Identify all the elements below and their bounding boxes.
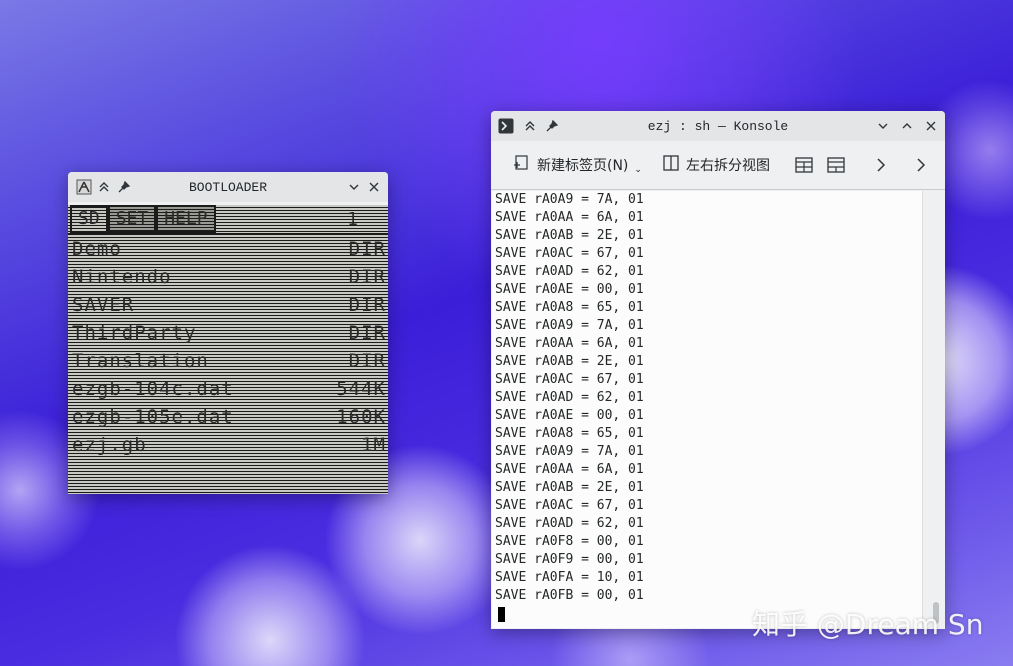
chevron-right-icon: [877, 158, 886, 172]
file-size: DIR: [348, 294, 386, 316]
split-view-label: 左右拆分视图: [685, 158, 770, 174]
terminal-line: SAVE rA0AE = 00, 01: [495, 282, 644, 297]
watermark: 知乎 @Dream Sn: [752, 608, 984, 641]
konsole-toolbar: 新建标签页(N) ⌄ 左右拆分视图: [491, 141, 945, 190]
terminal-line: SAVE rA0A9 = 7A, 01: [495, 192, 644, 207]
terminal-line: SAVE rA0AB = 2E, 01: [495, 354, 644, 369]
terminal-app-icon[interactable]: [496, 116, 516, 136]
file-size: 1M: [361, 434, 386, 456]
file-list: Demo DIR Nintendo DIR SAVER DIR ThirdParty DIR T…: [68, 235, 388, 459]
terminal-line: SAVE rA0AC = 67, 01: [495, 498, 644, 513]
terminal-line: SAVE rA0AC = 67, 01: [495, 246, 644, 261]
layout-icon: [827, 157, 845, 173]
split-view-icon: [662, 154, 680, 176]
page-number: 1: [347, 208, 358, 230]
terminal-line: SAVE rA0FA = 10, 01: [495, 570, 644, 585]
terminal-line: SAVE rA0A8 = 65, 01: [495, 426, 644, 441]
tab-sd[interactable]: SD: [70, 205, 108, 233]
pin-icon[interactable]: [542, 116, 562, 136]
keep-above-icon[interactable]: [520, 116, 540, 136]
file-size: DIR: [348, 238, 386, 260]
terminal-line: SAVE rA0AE = 00, 01: [495, 408, 644, 423]
bootloader-window[interactable]: BOOTLOADER SD SET HELP 1 Demo DIR Nintendo…: [68, 172, 388, 494]
file-size: 160K: [336, 406, 386, 428]
new-tab-button[interactable]: 新建标签页(N) ⌄: [507, 150, 648, 180]
minimize-icon[interactable]: [873, 116, 893, 136]
file-row[interactable]: Nintendo DIR: [68, 263, 388, 291]
split-top-bottom-icon: [795, 157, 813, 173]
file-name: Nintendo: [72, 266, 172, 288]
file-row[interactable]: ezgb-105e.dat 160K: [68, 403, 388, 431]
split-top-bottom-button[interactable]: [788, 150, 820, 180]
terminal-line: SAVE rA0AC = 67, 01: [495, 372, 644, 387]
chevron-right-icon: [917, 158, 926, 172]
minimize-icon[interactable]: [344, 177, 364, 197]
close-icon[interactable]: [364, 177, 384, 197]
split-view-button[interactable]: 左右拆分视图: [656, 150, 776, 180]
gameboy-screen[interactable]: SD SET HELP 1 Demo DIR Nintendo DIR SAVER DIR…: [68, 205, 388, 494]
konsole-window[interactable]: ezj : sh — Konsole 新建标签页(N) ⌄ 左右拆分视图 SAV…: [491, 111, 945, 629]
terminal-line: SAVE rA0AB = 2E, 01: [495, 228, 644, 243]
terminal-line: SAVE rA0AA = 6A, 01: [495, 210, 644, 225]
file-size: 544K: [336, 378, 386, 400]
file-size: DIR: [348, 266, 386, 288]
file-row[interactable]: SAVER DIR: [68, 291, 388, 319]
text-cursor: [498, 607, 505, 622]
tab-help[interactable]: HELP: [156, 205, 216, 233]
file-name: SAVER: [72, 294, 135, 316]
layout-button[interactable]: [820, 150, 852, 180]
file-size: DIR: [348, 350, 386, 372]
file-row[interactable]: ezgb-104c.dat 544K: [68, 375, 388, 403]
file-name: Translation: [72, 350, 209, 372]
terminal-line: SAVE rA0F9 = 00, 01: [495, 552, 644, 567]
file-name: ThirdParty: [72, 322, 197, 344]
file-name: Demo: [72, 238, 122, 260]
file-row[interactable]: ThirdParty DIR: [68, 319, 388, 347]
dropdown-arrow-icon[interactable]: ⌄: [634, 165, 642, 175]
terminal-line: SAVE rA0F8 = 00, 01: [495, 534, 644, 549]
new-tab-label: 新建标签页(N): [537, 158, 629, 174]
menu-header: SD SET HELP 1: [68, 205, 388, 235]
keep-above-icon[interactable]: [94, 177, 114, 197]
terminal-line: SAVE rA0AD = 62, 01: [495, 390, 644, 405]
terminal-line: SAVE rA0A9 = 7A, 01: [495, 444, 644, 459]
bootloader-titlebar[interactable]: BOOTLOADER: [68, 172, 388, 202]
terminal-line: SAVE rA0AB = 2E, 01: [495, 480, 644, 495]
terminal-line: SAVE rA0AD = 62, 01: [495, 516, 644, 531]
file-name: ezj.gb: [72, 434, 147, 456]
file-name: ezgb-104c.dat: [72, 378, 234, 400]
maximize-icon[interactable]: [897, 116, 917, 136]
terminal-lines: SAVE rA0A9 = 7A, 01 SAVE rA0AA = 6A, 01 SA…: [492, 191, 922, 605]
more-button[interactable]: [908, 150, 934, 180]
scrollbar[interactable]: [922, 191, 945, 628]
konsole-titlebar[interactable]: ezj : sh — Konsole: [491, 111, 945, 141]
tab-set[interactable]: SET: [107, 205, 157, 233]
terminal-line: SAVE rA0AA = 6A, 01: [495, 336, 644, 351]
app-icon[interactable]: [74, 177, 94, 197]
new-tab-icon: [513, 154, 531, 176]
terminal-line: SAVE rA0AD = 62, 01: [495, 264, 644, 279]
chevron-right-button[interactable]: [868, 150, 894, 180]
close-icon[interactable]: [921, 116, 941, 136]
terminal-line: SAVE rA0AA = 6A, 01: [495, 462, 644, 477]
file-name: ezgb-105e.dat: [72, 406, 234, 428]
pin-icon[interactable]: [114, 177, 134, 197]
terminal-line: SAVE rA0A8 = 65, 01: [495, 300, 644, 315]
terminal-line: SAVE rA0A9 = 7A, 01: [495, 318, 644, 333]
terminal-output[interactable]: SAVE rA0A9 = 7A, 01 SAVE rA0AA = 6A, 01 SA…: [492, 191, 922, 628]
file-row[interactable]: Demo DIR: [68, 235, 388, 263]
file-size: DIR: [348, 322, 386, 344]
file-row[interactable]: Translation DIR: [68, 347, 388, 375]
file-row[interactable]: ezj.gb 1M: [68, 431, 388, 459]
